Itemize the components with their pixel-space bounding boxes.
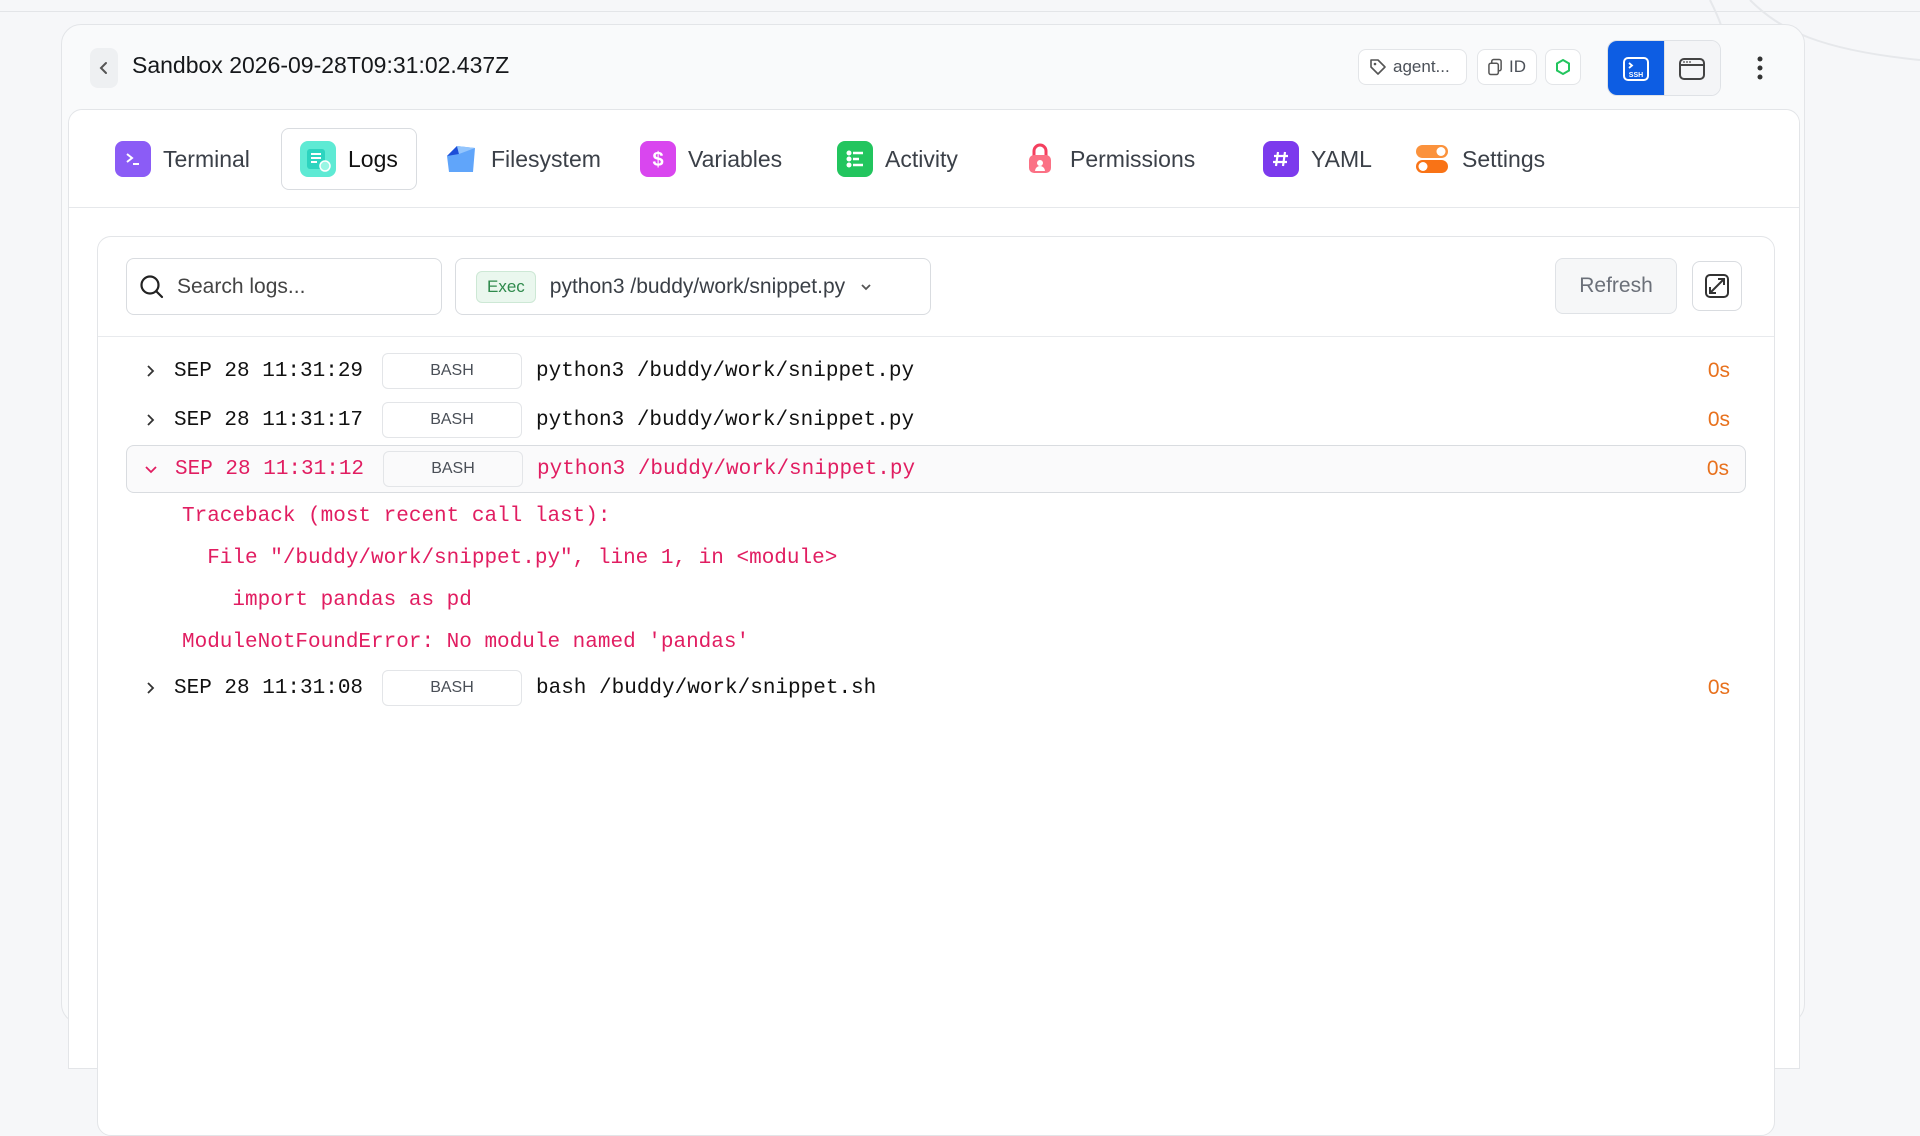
log-timestamp: SEP 28 11:31:12 [175, 457, 365, 481]
exec-filter-dropdown[interactable]: Exec python3 /buddy/work/snippet.py [455, 258, 931, 315]
svg-text:SSH: SSH [1629, 72, 1643, 79]
tab-permissions[interactable]: Permissions [1004, 128, 1213, 190]
traceback-line: import pandas as pd [182, 589, 472, 612]
tab-variables[interactable]: $ Variables [622, 128, 800, 190]
tab-logs[interactable]: Logs [281, 128, 417, 190]
activity-icon [837, 141, 873, 177]
filesystem-icon [443, 141, 479, 177]
log-command: python3 /buddy/work/snippet.py [536, 359, 915, 383]
expand-icon [1705, 274, 1729, 298]
browser-button[interactable] [1663, 41, 1720, 95]
tab-activity[interactable]: Activity [819, 128, 976, 190]
back-button[interactable] [90, 48, 118, 88]
refresh-button[interactable]: Refresh [1555, 258, 1677, 314]
tab-label: Logs [348, 145, 398, 172]
sandbox-header: Sandbox 2026-09-28T09:31:02.437Z agent..… [62, 25, 1804, 107]
traceback-error: ModuleNotFoundError: No module named 'pa… [182, 631, 750, 654]
logs-toolbar: Exec python3 /buddy/work/snippet.py Refr… [98, 237, 1774, 337]
copy-icon [1488, 58, 1502, 76]
exec-badge: Exec [476, 270, 536, 303]
log-source-badge: BASH [382, 353, 522, 389]
logs-icon [300, 141, 336, 177]
vertical-dots-icon [1757, 56, 1763, 80]
top-divider [0, 0, 1920, 12]
chevron-left-icon [99, 62, 107, 74]
hash-icon [1263, 141, 1299, 177]
toggles-icon [1414, 141, 1450, 177]
tab-settings[interactable]: Settings [1396, 128, 1563, 190]
tab-label: Variables [688, 145, 783, 172]
chevron-down-icon[interactable] [127, 463, 175, 475]
status-chip[interactable] [1545, 49, 1581, 85]
tag-chip-label: agent... [1393, 57, 1450, 76]
log-source-badge: BASH [382, 670, 522, 706]
log-timestamp: SEP 28 11:31:08 [174, 676, 364, 700]
chevron-down-icon [861, 283, 871, 290]
traceback-line: File "/buddy/work/snippet.py", line 1, i… [182, 547, 838, 570]
log-source-badge: BASH [383, 451, 523, 487]
page-title: Sandbox 2026-09-28T09:31:02.437Z [132, 52, 510, 78]
more-options-button[interactable] [1748, 53, 1772, 83]
log-source-badge: BASH [382, 402, 522, 438]
tab-terminal[interactable]: Terminal [97, 128, 268, 190]
svg-text:$: $ [652, 149, 663, 171]
terminal-icon [115, 141, 151, 177]
chevron-right-icon[interactable] [126, 680, 174, 696]
log-timestamp: SEP 28 11:31:29 [174, 359, 364, 383]
browser-window-icon [1679, 58, 1706, 80]
tag-chip[interactable]: agent... [1358, 49, 1467, 85]
ssh-icon: SSH [1622, 57, 1649, 81]
search-icon [140, 274, 164, 298]
tab-label: Filesystem [491, 145, 601, 172]
sandbox-content: Terminal Logs Filesystem $ Variables Act… [68, 109, 1800, 1136]
lock-icon [1022, 141, 1058, 177]
hexagon-status-icon [1556, 58, 1570, 76]
tab-label: Activity [885, 145, 958, 172]
log-command: python3 /buddy/work/snippet.py [536, 408, 915, 432]
tag-icon [1370, 59, 1386, 75]
tab-label: Terminal [163, 145, 250, 172]
tab-filesystem[interactable]: Filesystem [425, 128, 619, 190]
log-row-expanded[interactable]: SEP 28 11:31:12 BASH python3 /buddy/work… [126, 445, 1746, 493]
log-command: python3 /buddy/work/snippet.py [537, 457, 916, 481]
copy-id-chip[interactable]: ID [1477, 49, 1537, 85]
connection-toggle: SSH [1607, 40, 1721, 96]
traceback-line: Traceback (most recent call last): [182, 505, 611, 528]
log-timestamp: SEP 28 11:31:17 [174, 408, 364, 432]
fullscreen-button[interactable] [1692, 261, 1742, 311]
tab-label: Settings [1462, 145, 1546, 172]
log-row[interactable]: SEP 28 11:31:08 BASH bash /buddy/work/sn… [126, 664, 1746, 712]
log-duration: 0s [1707, 408, 1730, 431]
chevron-right-icon[interactable] [126, 412, 174, 428]
search-box [126, 258, 442, 315]
tab-label: Permissions [1070, 145, 1196, 172]
logs-panel: Exec python3 /buddy/work/snippet.py Refr… [97, 236, 1775, 1136]
ssh-button[interactable]: SSH [1608, 41, 1664, 95]
log-row[interactable]: SEP 28 11:31:17 BASH python3 /buddy/work… [126, 396, 1746, 444]
sandbox-panel: Sandbox 2026-09-28T09:31:02.437Z agent..… [61, 24, 1805, 1136]
tab-yaml[interactable]: YAML [1245, 128, 1390, 190]
log-duration: 0s [1706, 457, 1729, 480]
log-command: bash /buddy/work/snippet.sh [536, 676, 877, 700]
dollar-icon: $ [640, 141, 676, 177]
search-input[interactable] [175, 273, 415, 300]
tab-bar: Terminal Logs Filesystem $ Variables Act… [69, 110, 1799, 208]
id-chip-label: ID [1509, 57, 1526, 76]
log-duration: 0s [1707, 676, 1730, 699]
log-row[interactable]: SEP 28 11:31:29 BASH python3 /buddy/work… [126, 347, 1746, 395]
chevron-right-icon[interactable] [126, 363, 174, 379]
log-duration: 0s [1707, 359, 1730, 382]
tab-label: YAML [1311, 145, 1372, 172]
filter-value: python3 /buddy/work/snippet.py [549, 274, 846, 298]
